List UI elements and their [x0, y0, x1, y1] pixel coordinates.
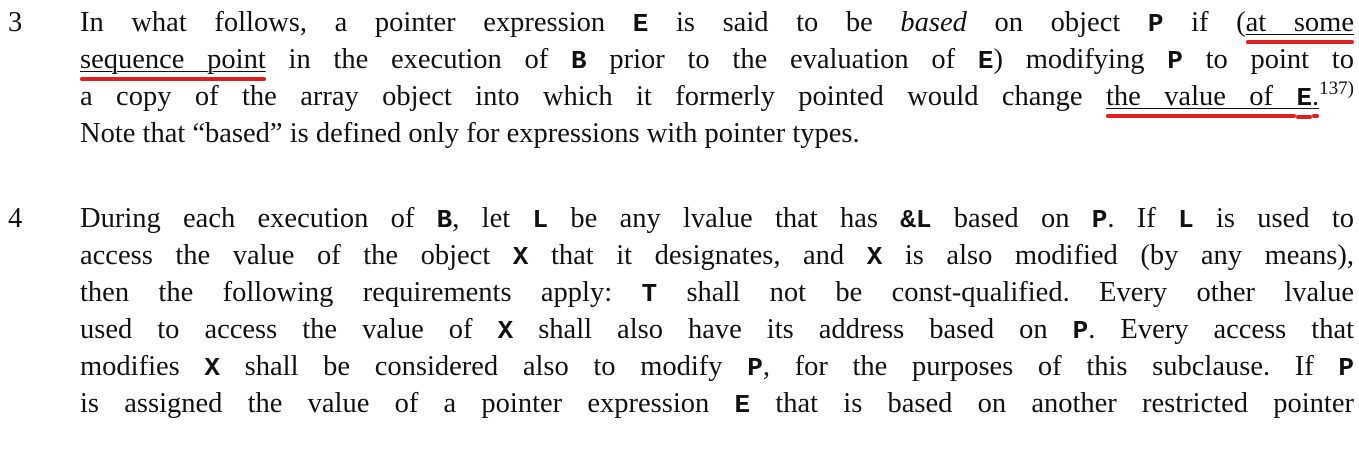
code-identifier: E	[632, 9, 649, 39]
text-run: In what follows, a pointer expression	[80, 7, 633, 38]
code-identifier: L	[532, 205, 549, 235]
text-run: shall not be const-qualified. Every othe…	[657, 277, 1354, 308]
text-line: In what follows, a pointer expression E …	[80, 4, 1354, 41]
code-identifier: P	[1338, 353, 1354, 383]
text-run: is assigned the value of a pointer expre…	[80, 388, 735, 419]
text-run: . Every access that	[1088, 314, 1355, 345]
text-run: used to access the value of	[80, 314, 498, 345]
text-run: shall be considered also to modify	[220, 351, 748, 382]
text-run: Note that “based” is defined only for ex…	[80, 118, 860, 149]
text-line: Note that “based” is defined only for ex…	[80, 115, 1354, 152]
text-run: . If	[1107, 203, 1179, 234]
text-line: is assigned the value of a pointer expre…	[80, 385, 1354, 422]
underlined-text: sequence point	[80, 44, 266, 75]
text-run: to point to	[1182, 44, 1354, 75]
text-line: then the following requirements apply: T…	[80, 274, 1354, 311]
code-identifier: P	[1091, 205, 1108, 235]
text-line: modifies X shall be considered also to m…	[80, 348, 1354, 385]
code-identifier: E	[977, 46, 994, 76]
underlined-code-identifier: E	[1296, 83, 1313, 113]
underlined-text: the value of	[1105, 81, 1297, 112]
paragraph-number: 4	[8, 203, 23, 234]
code-identifier: E	[734, 390, 751, 420]
text-run: that is based on another restricted poin…	[750, 388, 1354, 419]
text-run: on object	[966, 7, 1148, 38]
code-identifier: X	[204, 353, 221, 383]
emphasis-text: based	[900, 7, 967, 38]
text-run: ) modifying	[993, 44, 1168, 75]
code-identifier: P	[1147, 9, 1164, 39]
text-run: then the following requirements apply:	[80, 277, 642, 308]
text-line: sequence point in the execution of B pri…	[80, 41, 1354, 78]
code-identifier: X	[497, 316, 514, 346]
paragraph-body: In what follows, a pointer expression E …	[80, 4, 1354, 152]
code-identifier: T	[641, 279, 658, 309]
text-run: access the value of the object	[80, 240, 513, 271]
text-run: modifies	[80, 351, 205, 382]
text-run: is also modified (by any means),	[882, 240, 1354, 271]
code-identifier: L	[1178, 205, 1194, 235]
footnote-ref: 137)	[1319, 78, 1354, 99]
text-run: a copy of the array object into which it…	[80, 81, 1106, 112]
text-run: , for the purposes of this subclause. If	[762, 351, 1339, 382]
code-identifier: B	[436, 205, 453, 235]
text-run: During each execution of	[80, 203, 437, 234]
text-run: shall also have its address based on	[513, 314, 1073, 345]
code-identifier: B	[571, 46, 587, 76]
text-line: used to access the value of X shall also…	[80, 311, 1354, 348]
text-run: is used to	[1193, 203, 1354, 234]
code-identifier: P	[1072, 316, 1089, 346]
text-run: be any lvalue that has	[548, 203, 901, 234]
paragraph-number: 3	[8, 7, 23, 38]
code-identifier: P	[747, 353, 763, 383]
text-run: prior to the evaluation of	[586, 44, 978, 75]
text-run: if (	[1163, 7, 1246, 38]
underlined-text: at some	[1245, 7, 1354, 38]
code-identifier: X	[512, 242, 529, 272]
underlined-text: .	[1312, 81, 1320, 112]
text-line: a copy of the array object into which it…	[80, 78, 1354, 115]
text-run: , let	[452, 203, 533, 234]
code-identifier: &L	[900, 205, 932, 235]
code-identifier: X	[866, 242, 883, 272]
text-run: based on	[931, 203, 1092, 234]
text-line: During each execution of B, let L be any…	[80, 200, 1354, 237]
code-identifier: P	[1167, 46, 1183, 76]
text-line: access the value of the object X that it…	[80, 237, 1354, 274]
text-run: in the execution of	[265, 44, 571, 75]
text-run: that it designates, and	[528, 240, 867, 271]
text-run: is said to be	[648, 7, 901, 38]
paragraph-body: During each execution of B, let L be any…	[80, 200, 1354, 422]
